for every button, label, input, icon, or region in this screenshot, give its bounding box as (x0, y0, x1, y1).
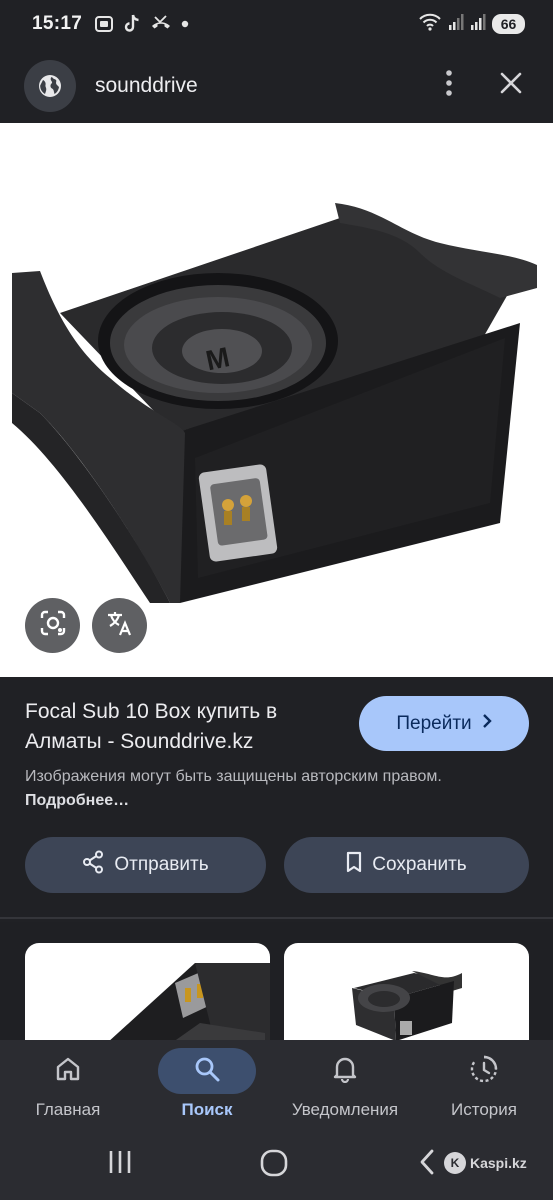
missed-call-icon (150, 14, 172, 34)
chevron-right-icon (482, 713, 492, 735)
save-label: Сохранить (372, 854, 467, 875)
related-images (0, 922, 553, 1042)
result-image[interactable]: M (0, 123, 553, 677)
screenshot-icon (94, 14, 114, 34)
related-image-card[interactable] (25, 943, 270, 1042)
divider (0, 917, 553, 919)
nav-label-history: История (451, 1100, 517, 1119)
globe-icon[interactable] (24, 59, 76, 112)
nav-item-home[interactable]: Главная (19, 1040, 117, 1130)
back-icon[interactable] (418, 1148, 436, 1181)
subwoofer-box-image: M (12, 203, 537, 603)
site-name[interactable]: sounddrive (95, 74, 198, 98)
status-left-icons (94, 14, 189, 34)
home-icon (54, 1055, 82, 1088)
kaspi-watermark: K Kaspi.kz (444, 1152, 527, 1174)
status-right-icons: 66 (418, 12, 525, 37)
search-icon (193, 1055, 221, 1088)
nav-pill (296, 1048, 394, 1094)
copyright-notice: Изображения могут быть защищены авторски… (25, 765, 505, 813)
system-nav-bar: K Kaspi.kz (0, 1130, 553, 1200)
tiktok-icon (123, 14, 141, 34)
wifi-icon (418, 12, 442, 37)
nav-item-notifications[interactable]: Уведомления (282, 1040, 408, 1130)
signal-icon-2 (470, 13, 486, 36)
copyright-text: Изображения могут быть защищены авторски… (25, 768, 442, 785)
related-image-2 (352, 971, 462, 1041)
lens-button[interactable] (25, 598, 80, 653)
bell-icon (332, 1055, 358, 1088)
header: sounddrive (0, 48, 553, 123)
nav-pill (158, 1048, 256, 1094)
header-actions (445, 69, 529, 102)
nav-pill (19, 1048, 117, 1094)
nav-label-notifications: Уведомления (291, 1100, 399, 1119)
share-button[interactable]: Отправить (25, 837, 266, 893)
goto-label: Перейти (396, 712, 472, 734)
more-vert-icon[interactable] (445, 69, 453, 102)
related-image-1 (108, 963, 270, 1042)
result-title[interactable]: Focal Sub 10 Box купить в Алматы - Sound… (25, 697, 345, 757)
more-link[interactable]: Подробнее… (25, 792, 129, 809)
nav-item-history[interactable]: История (435, 1040, 533, 1130)
lens-icon (39, 609, 67, 642)
close-icon[interactable] (499, 71, 523, 100)
share-icon (82, 850, 104, 880)
dot-icon (181, 20, 189, 28)
share-label: Отправить (114, 854, 209, 875)
signal-icon (448, 13, 464, 36)
translate-icon (105, 608, 135, 643)
kaspi-logo: K (444, 1152, 466, 1174)
watermark-text: Kaspi.kz (470, 1155, 527, 1171)
bottom-nav: Главная Поиск Уведомления История (0, 1040, 553, 1130)
home-button-icon[interactable] (259, 1148, 289, 1183)
battery-icon: 66 (492, 14, 525, 34)
save-button[interactable]: Сохранить (284, 837, 529, 893)
translate-button[interactable] (92, 598, 147, 653)
bookmark-icon (346, 851, 362, 879)
goto-button[interactable]: Перейти (359, 696, 529, 751)
nav-label-home: Главная (35, 1100, 101, 1119)
nav-pill (435, 1048, 533, 1094)
result-info: Focal Sub 10 Box купить в Алматы - Sound… (0, 677, 553, 922)
status-time: 15:17 (32, 13, 83, 34)
recents-icon[interactable] (106, 1148, 134, 1181)
related-image-card[interactable] (284, 943, 529, 1042)
nav-label-search: Поиск (181, 1100, 233, 1119)
history-icon (469, 1054, 499, 1089)
status-bar: 15:17 66 (0, 0, 553, 48)
nav-item-search[interactable]: Поиск (158, 1040, 256, 1130)
